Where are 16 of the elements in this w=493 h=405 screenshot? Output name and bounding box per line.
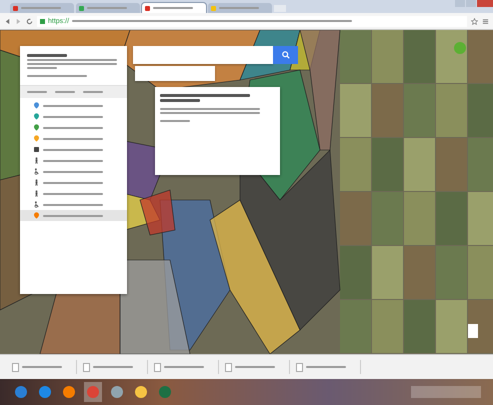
download-item[interactable] [12, 360, 77, 374]
reload-icon[interactable] [26, 18, 33, 24]
download-item[interactable] [225, 360, 290, 374]
download-item[interactable] [83, 360, 148, 374]
download-item[interactable] [296, 360, 361, 374]
search-field[interactable] [133, 46, 273, 64]
back-icon[interactable] [4, 18, 11, 24]
download-item[interactable] [154, 360, 219, 374]
browser-tab[interactable] [10, 3, 74, 13]
forward-icon[interactable] [15, 18, 22, 24]
star-icon[interactable] [471, 18, 478, 24]
browser-tab[interactable] [142, 3, 206, 13]
search-button[interactable] [273, 46, 298, 64]
system-tray [411, 386, 481, 398]
menu-icon[interactable] [482, 18, 489, 24]
search-icon [282, 51, 290, 59]
